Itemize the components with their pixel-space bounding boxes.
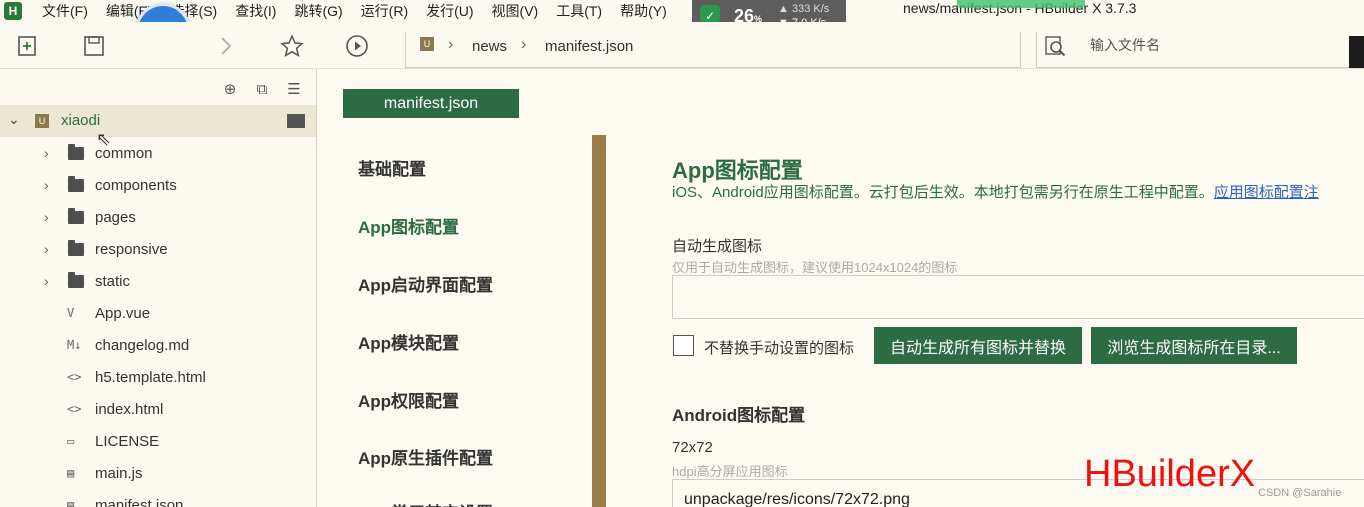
menu-publish[interactable]: 发行(U) bbox=[426, 1, 473, 21]
tree-item-file[interactable]: ▭ LICENSE bbox=[0, 425, 316, 457]
manifest-editor: manifest.json 基础配置 App图标配置 App启动界面配置 App… bbox=[318, 68, 1364, 507]
chevron-right-icon[interactable]: › bbox=[44, 241, 49, 257]
menu-help[interactable]: 帮助(Y) bbox=[620, 1, 667, 21]
nav-divider bbox=[592, 135, 606, 507]
auto-icon-label: 自动生成图标 bbox=[672, 238, 763, 255]
folder-icon bbox=[68, 175, 84, 192]
locate-icon[interactable]: ⊕ bbox=[220, 79, 240, 99]
icon-config-help-link[interactable]: 应用图标配置注 bbox=[1214, 184, 1319, 201]
tree-item-file[interactable]: ▤ manifest.json bbox=[0, 489, 316, 507]
tree-item-file[interactable]: ▤ main.js bbox=[0, 457, 316, 489]
mouse-cursor-icon: ⇖ bbox=[96, 129, 112, 149]
breadcrumb-item[interactable]: news bbox=[472, 38, 507, 55]
text-file-icon: ▭ bbox=[67, 434, 75, 448]
project-explorer: ⊕ ⧉ ☰ ⌄ U xiaodi › common › components ›… bbox=[0, 68, 317, 507]
chevron-right-icon[interactable]: › bbox=[44, 209, 49, 225]
nav-app-module-config[interactable]: App模块配置 bbox=[358, 329, 459, 354]
hbuilderx-watermark: HBuilderX bbox=[1084, 453, 1256, 495]
project-icon: U bbox=[35, 114, 49, 128]
breadcrumb-separator-icon: › bbox=[448, 36, 454, 53]
icon-72-label: 72x72 bbox=[672, 439, 713, 456]
collapse-icon[interactable]: ⧉ bbox=[252, 79, 272, 99]
save-icon[interactable] bbox=[82, 34, 106, 58]
csdn-watermark: CSDN @Sarahie bbox=[1258, 487, 1342, 499]
vue-file-icon: V bbox=[67, 306, 75, 320]
nav-app-splash-config[interactable]: App启动界面配置 bbox=[358, 271, 493, 296]
folder-icon bbox=[68, 271, 84, 288]
nav-app-other-settings[interactable]: App常用其它设置 bbox=[358, 499, 493, 507]
tree-item-folder[interactable]: › static bbox=[0, 265, 316, 297]
chevron-down-icon[interactable]: ⌄ bbox=[8, 111, 20, 128]
folder-icon[interactable] bbox=[287, 114, 305, 128]
tree-root-label: xiaodi bbox=[61, 112, 101, 129]
nav-basic-config[interactable]: 基础配置 bbox=[358, 155, 426, 180]
tree-item-file[interactable]: <> h5.template.html bbox=[0, 361, 316, 393]
upload-speed: ▲ 333 K/s bbox=[778, 3, 830, 15]
browse-icons-dir-button[interactable]: 浏览生成图标所在目录... bbox=[1091, 327, 1297, 364]
html-file-icon: <> bbox=[67, 370, 82, 384]
menu-bar: H 文件(F) 编辑(E) 选择(S) 查找(I) 跳转(G) 运行(R) 发行… bbox=[0, 0, 1364, 22]
tree-item-folder[interactable]: › components bbox=[0, 169, 316, 201]
keep-manual-icons-label: 不替换手动设置的图标 bbox=[704, 340, 855, 357]
tree-item-file[interactable]: M↓ changelog.md bbox=[0, 329, 316, 361]
section-description: iOS、Android应用图标配置。云打包后生效。本地打包需另行在原生工程中配置… bbox=[672, 184, 1319, 201]
menu-run[interactable]: 运行(R) bbox=[361, 1, 408, 21]
hbuilder-logo-icon: H bbox=[4, 2, 22, 20]
file-search-input[interactable] bbox=[1090, 37, 1330, 53]
file-search-icon[interactable] bbox=[1044, 34, 1068, 58]
tab-manifest-json[interactable]: manifest.json bbox=[343, 89, 519, 118]
markdown-file-icon: M↓ bbox=[67, 338, 82, 352]
toolbar: U › news › manifest.json bbox=[0, 22, 1364, 68]
menu-goto[interactable]: 跳转(G) bbox=[294, 1, 342, 21]
android-icon-section-title: Android图标配置 bbox=[672, 406, 806, 425]
folder-icon bbox=[68, 207, 84, 224]
forward-icon[interactable] bbox=[214, 34, 238, 58]
overlay-green-bar bbox=[957, 0, 1085, 8]
project-icon: U bbox=[420, 37, 434, 51]
json-file-icon: ▤ bbox=[67, 498, 75, 507]
chevron-right-icon[interactable]: › bbox=[44, 177, 49, 193]
menu-view[interactable]: 视图(V) bbox=[492, 1, 539, 21]
tree-item-file[interactable]: V App.vue bbox=[0, 297, 316, 329]
folder-icon bbox=[68, 239, 84, 256]
auto-icon-hint: 仅用于自动生成图标，建议使用1024x1024的图标 bbox=[672, 260, 958, 275]
icon-72-path-value: unpackage/res/icons/72x72.png bbox=[684, 491, 910, 507]
menu-icon[interactable]: ☰ bbox=[284, 79, 304, 99]
run-icon[interactable] bbox=[345, 34, 369, 58]
tree-item-folder[interactable]: › pages bbox=[0, 201, 316, 233]
breadcrumb-item[interactable]: manifest.json bbox=[545, 38, 633, 55]
chevron-right-icon[interactable]: › bbox=[44, 273, 49, 289]
generate-icons-button[interactable]: 自动生成所有图标并替换 bbox=[874, 327, 1082, 364]
nav-app-icon-config[interactable]: App图标配置 bbox=[358, 213, 459, 238]
star-icon[interactable] bbox=[280, 34, 304, 58]
breadcrumb-separator-icon: › bbox=[521, 36, 527, 53]
tree-item-folder[interactable]: › common bbox=[0, 137, 316, 169]
menu-file[interactable]: 文件(F) bbox=[42, 1, 88, 21]
menu-tools[interactable]: 工具(T) bbox=[556, 1, 602, 21]
nav-app-permission-config[interactable]: App权限配置 bbox=[358, 387, 459, 412]
menu-find[interactable]: 查找(I) bbox=[235, 1, 276, 21]
new-file-icon[interactable] bbox=[16, 34, 40, 58]
chevron-right-icon[interactable]: › bbox=[44, 145, 49, 161]
js-file-icon: ▤ bbox=[67, 466, 75, 480]
folder-icon bbox=[68, 143, 84, 160]
tree-item-folder[interactable]: › responsive bbox=[0, 233, 316, 265]
nav-app-native-plugin-config[interactable]: App原生插件配置 bbox=[358, 444, 493, 469]
icon-72-hint: hdpi高分屏应用图标 bbox=[672, 464, 788, 479]
html-file-icon: <> bbox=[67, 402, 82, 416]
auto-icon-path-field[interactable] bbox=[672, 275, 1364, 319]
keep-manual-icons-checkbox[interactable] bbox=[673, 335, 694, 356]
tree-item-file[interactable]: <> index.html bbox=[0, 393, 316, 425]
tree-root-xiaodi[interactable]: ⌄ U xiaodi bbox=[0, 105, 316, 137]
